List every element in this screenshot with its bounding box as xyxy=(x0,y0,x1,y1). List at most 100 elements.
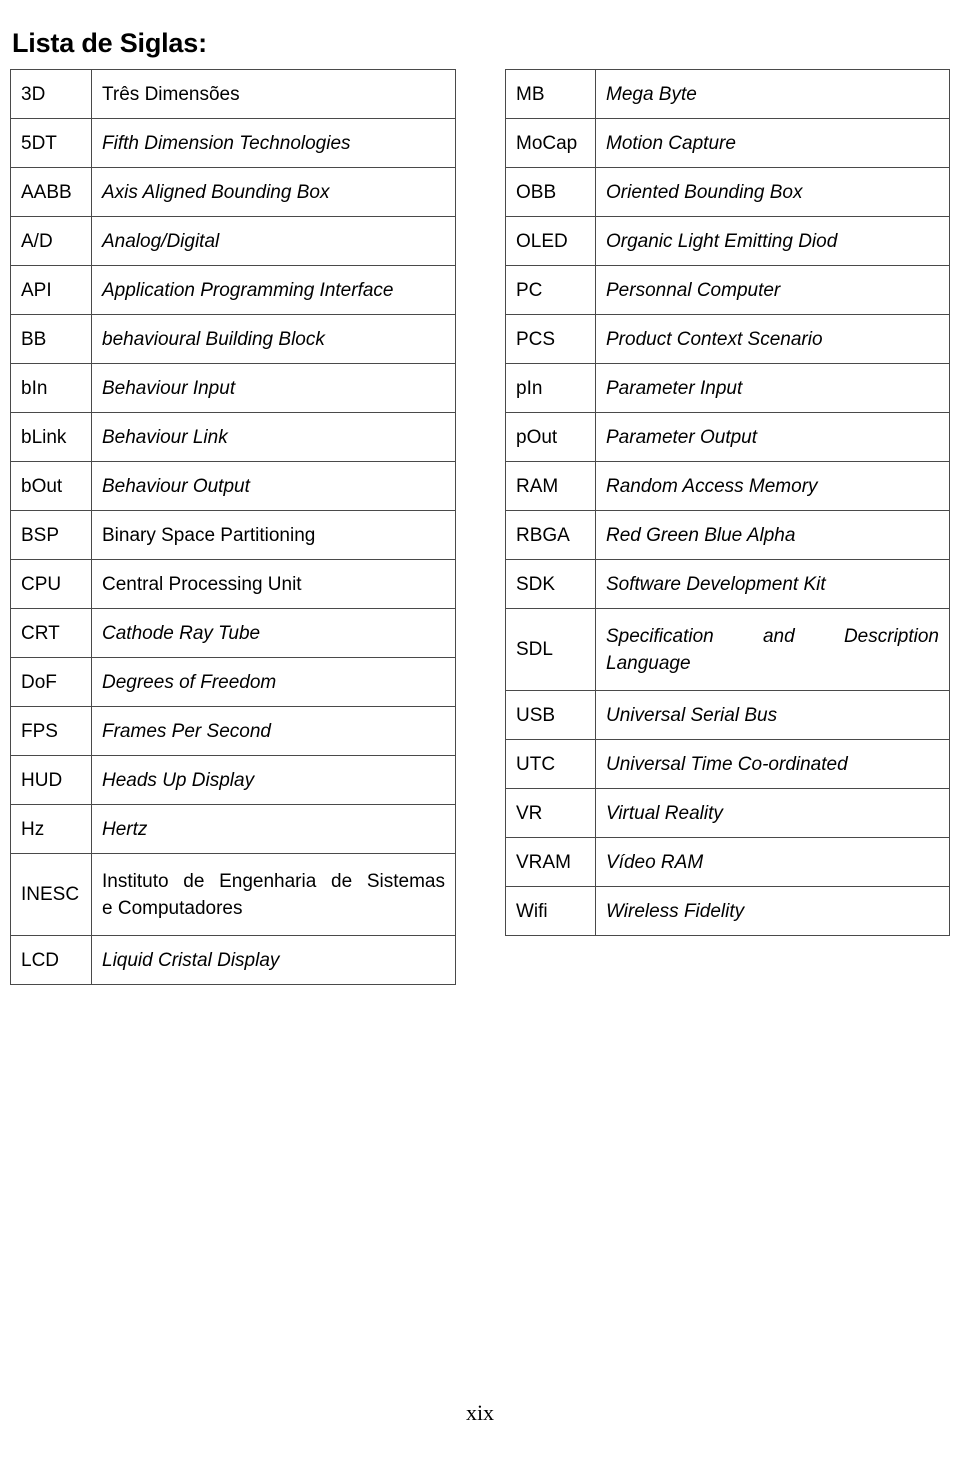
table-row: VR Virtual Reality xyxy=(505,788,950,838)
table-row: Wifi Wireless Fidelity xyxy=(505,886,950,936)
meaning-cell: Parameter Input xyxy=(595,363,950,413)
acronym-cell: DoF xyxy=(10,657,92,707)
meaning-cell: Software Development Kit xyxy=(595,559,950,609)
meaning-cell: Cathode Ray Tube xyxy=(91,608,456,658)
table-row: bLink Behaviour Link xyxy=(10,412,456,462)
table-row: 3D Três Dimensões xyxy=(10,69,456,119)
table-row: bIn Behaviour Input xyxy=(10,363,456,413)
acronym-table-left-body: 3D Três Dimensões 5DT Fifth Dimension Techn… xyxy=(10,69,456,985)
acronym-cell: Wifi xyxy=(505,886,596,936)
table-row: DoF Degrees of Freedom xyxy=(10,657,456,707)
table-row: CPU Central Processing Unit xyxy=(10,559,456,609)
table-row: FPS Frames Per Second xyxy=(10,706,456,756)
table-row: VRAM Vídeo RAM xyxy=(505,837,950,887)
meaning-cell: Heads Up Display xyxy=(91,755,456,805)
acronym-cell: OLED xyxy=(505,216,596,266)
meaning-cell: Binary Space Partitioning xyxy=(91,510,456,560)
acronym-cell: bLink xyxy=(10,412,92,462)
meaning-cell: Red Green Blue Alpha xyxy=(595,510,950,560)
table-row: RAM Random Access Memory xyxy=(505,461,950,511)
meaning-cell: Universal Time Co-ordinated xyxy=(595,739,950,789)
acronym-cell: BSP xyxy=(10,510,92,560)
acronym-cell: CRT xyxy=(10,608,92,658)
meaning-line: Instituto de Engenharia de Sistemas xyxy=(102,870,445,892)
table-row: MB Mega Byte xyxy=(505,69,950,119)
table-row: pIn Parameter Input xyxy=(505,363,950,413)
meaning-cell: Behaviour Link xyxy=(91,412,456,462)
acronym-cell: VRAM xyxy=(505,837,596,887)
meaning-cell: Analog/Digital xyxy=(91,216,456,266)
meaning-cell: Liquid Cristal Display xyxy=(91,935,456,985)
table-row: pOut Parameter Output xyxy=(505,412,950,462)
meaning-line: Specification and Description xyxy=(606,625,939,647)
meaning-cell: Hertz xyxy=(91,804,456,854)
meaning-line: e Computadores xyxy=(102,897,243,919)
table-row: PCS Product Context Scenario xyxy=(505,314,950,364)
meaning-cell: Wireless Fidelity xyxy=(595,886,950,936)
acronym-cell: bOut xyxy=(10,461,92,511)
table-row: LCD Liquid Cristal Display xyxy=(10,935,456,985)
acronym-table-right-body: MB Mega Byte MoCap Motion Capture OBB Oriente… xyxy=(505,69,950,936)
meaning-cell: Degrees of Freedom xyxy=(91,657,456,707)
acronym-cell: RBGA xyxy=(505,510,596,560)
table-row: UTC Universal Time Co-ordinated xyxy=(505,739,950,789)
table-row: SDK Software Development Kit xyxy=(505,559,950,609)
table-row: PC Personnal Computer xyxy=(505,265,950,315)
table-row: BSP Binary Space Partitioning xyxy=(10,510,456,560)
acronym-cell: API xyxy=(10,265,92,315)
acronym-cell: 3D xyxy=(10,69,92,119)
table-row: SDL Specification and Description Language xyxy=(505,608,950,691)
acronym-cell: UTC xyxy=(505,739,596,789)
page-number: xix xyxy=(465,1400,495,1425)
meaning-cell: Organic Light Emitting Diod xyxy=(595,216,950,266)
meaning-cell: Behaviour Output xyxy=(91,461,456,511)
table-row: HUD Heads Up Display xyxy=(10,755,456,805)
acronym-cell: USB xyxy=(505,690,596,740)
acronym-cell: AABB xyxy=(10,167,92,217)
table-row: MoCap Motion Capture xyxy=(505,118,950,168)
acronym-cell: PCS xyxy=(505,314,596,364)
meaning-cell: Axis Aligned Bounding Box xyxy=(91,167,456,217)
table-row: USB Universal Serial Bus xyxy=(505,690,950,740)
meaning-cell: Motion Capture xyxy=(595,118,950,168)
meaning-cell: Random Access Memory xyxy=(595,461,950,511)
meaning-cell: Mega Byte xyxy=(595,69,950,119)
table-row: INESC Instituto de Engenharia de Sistemas… xyxy=(10,853,456,936)
acronym-cell: FPS xyxy=(10,706,92,756)
acronym-cell: CPU xyxy=(10,559,92,609)
acronym-cell: SDK xyxy=(505,559,596,609)
meaning-cell: Parameter Output xyxy=(595,412,950,462)
acronym-cell: LCD xyxy=(10,935,92,985)
meaning-cell: Specification and Description Language xyxy=(595,608,950,691)
acronym-cell: bIn xyxy=(10,363,92,413)
acronym-cell: 5DT xyxy=(10,118,92,168)
acronym-cell: SDL xyxy=(505,608,596,691)
acronym-cell: A/D xyxy=(10,216,92,266)
table-row: Hz Hertz xyxy=(10,804,456,854)
table-row: AABB Axis Aligned Bounding Box xyxy=(10,167,456,217)
meaning-cell: Behaviour Input xyxy=(91,363,456,413)
meaning-cell: Fifth Dimension Technologies xyxy=(91,118,456,168)
page-title: Lista de Siglas: xyxy=(12,28,207,59)
meaning-cell: Oriented Bounding Box xyxy=(595,167,950,217)
table-row: A/D Analog/Digital xyxy=(10,216,456,266)
acronym-cell: pIn xyxy=(505,363,596,413)
acronym-table-left: 3D Três Dimensões 5DT Fifth Dimension Techn… xyxy=(10,69,456,985)
acronym-cell: VR xyxy=(505,788,596,838)
meaning-cell: behavioural Building Block xyxy=(91,314,456,364)
meaning-cell: Três Dimensões xyxy=(91,69,456,119)
meaning-cell: Central Processing Unit xyxy=(91,559,456,609)
meaning-cell: Personnal Computer xyxy=(595,265,950,315)
meaning-cell: Virtual Reality xyxy=(595,788,950,838)
acronym-cell: HUD xyxy=(10,755,92,805)
acronym-cell: RAM xyxy=(505,461,596,511)
acronym-cell: MoCap xyxy=(505,118,596,168)
acronym-cell: OBB xyxy=(505,167,596,217)
meaning-cell: Frames Per Second xyxy=(91,706,456,756)
table-row: BB behavioural Building Block xyxy=(10,314,456,364)
table-row: 5DT Fifth Dimension Technologies xyxy=(10,118,456,168)
acronym-table-right: MB Mega Byte MoCap Motion Capture OBB Oriente… xyxy=(505,69,950,936)
acronym-cell: MB xyxy=(505,69,596,119)
table-row: OLED Organic Light Emitting Diod xyxy=(505,216,950,266)
meaning-cell: Product Context Scenario xyxy=(595,314,950,364)
